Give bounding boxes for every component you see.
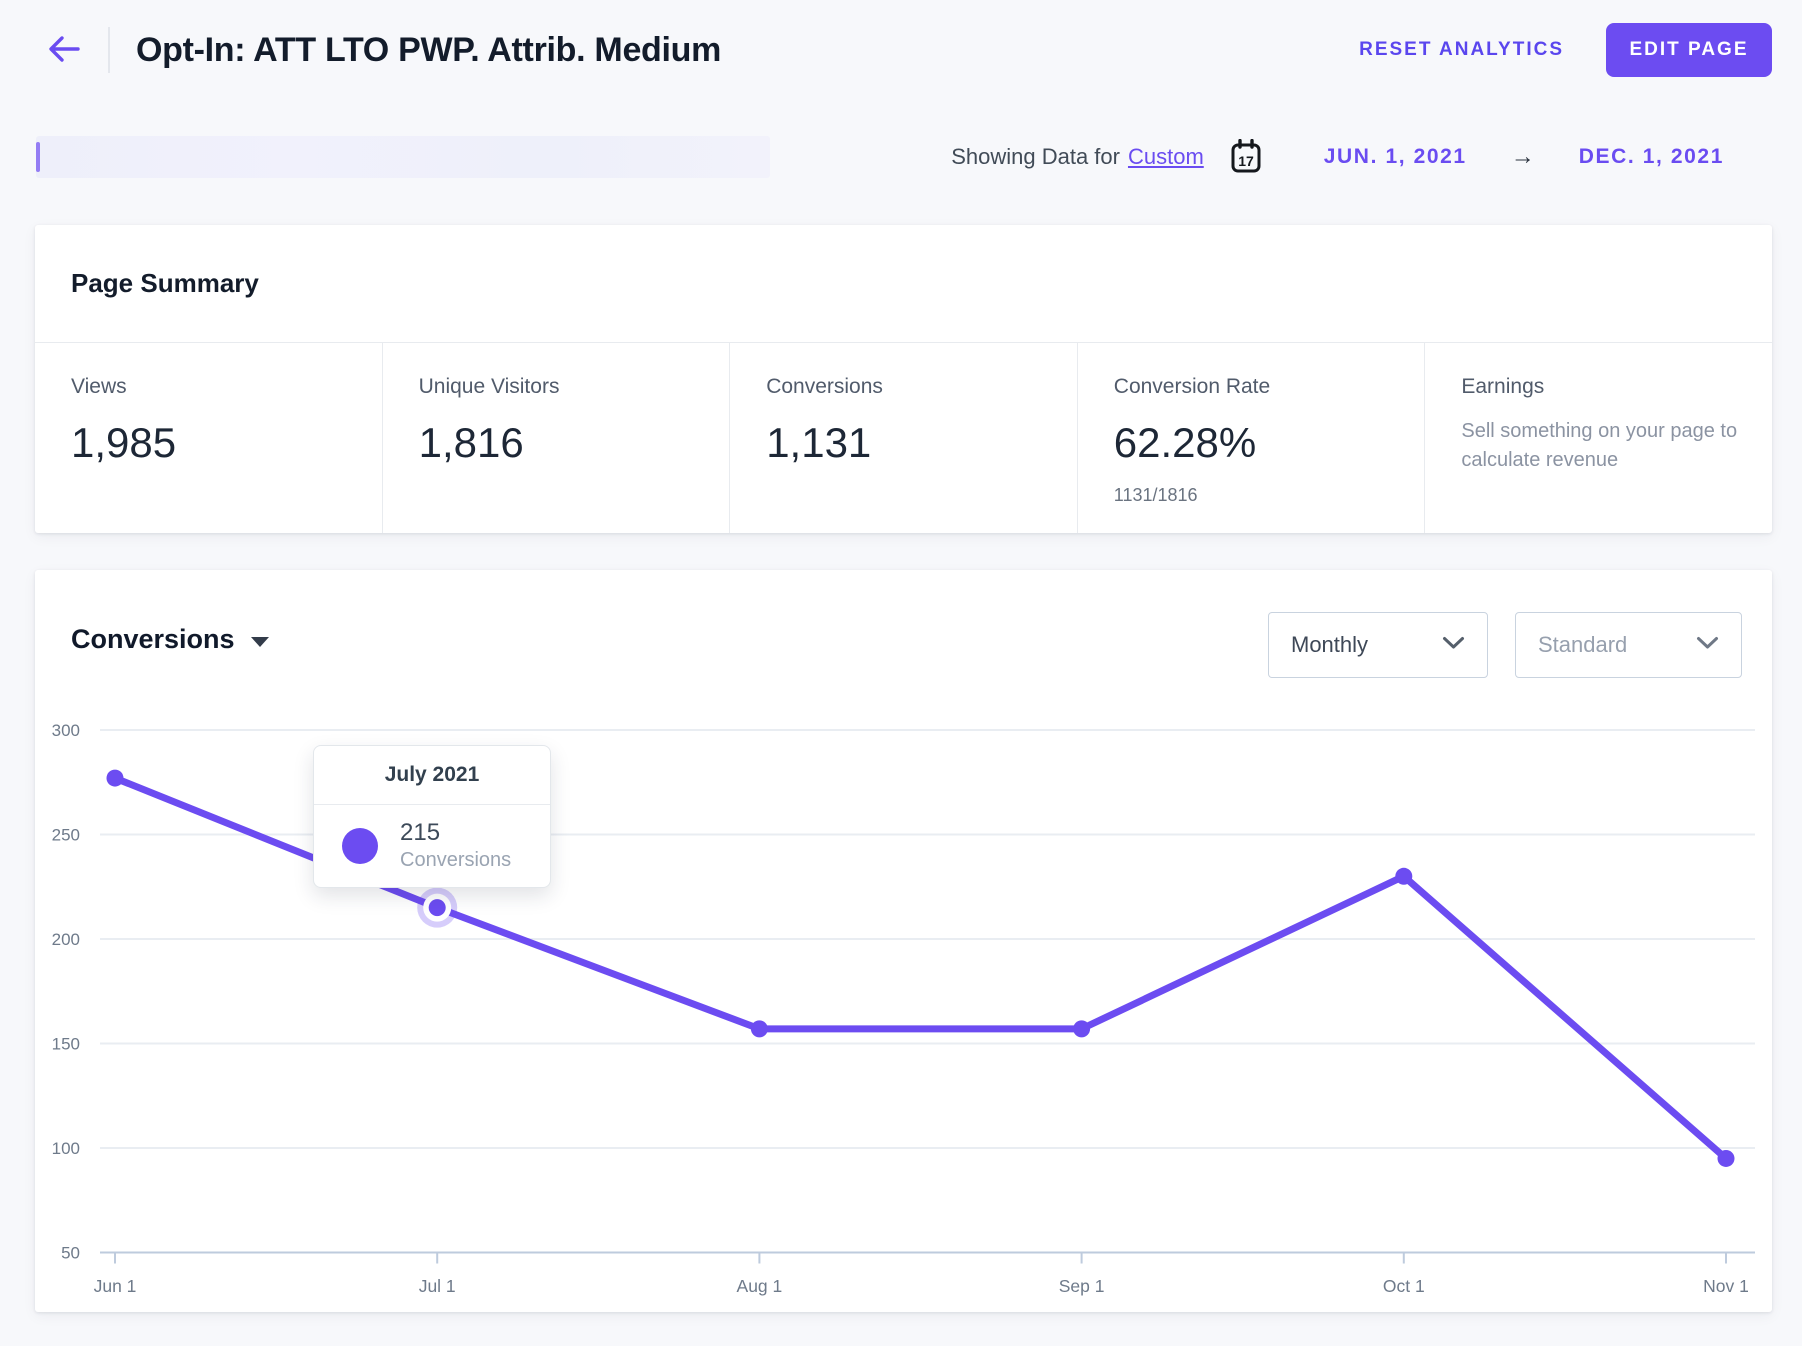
conversions-chart-card: Conversions Monthly Standard 50 100 150 … [35, 570, 1772, 1312]
page-summary-card: Page Summary Views 1,985 Unique Visitors… [35, 225, 1772, 533]
redacted-breadcrumb [36, 136, 770, 178]
edit-page-button[interactable]: EDIT PAGE [1606, 23, 1772, 77]
stat-label: Earnings [1461, 375, 1545, 398]
svg-text:Oct 1: Oct 1 [1383, 1276, 1425, 1296]
stat-value: 62.28% [1113, 419, 1257, 466]
stat-value: 1,131 [766, 419, 872, 466]
arrow-right-icon: → [1510, 143, 1535, 170]
stat-value: 1,985 [71, 419, 177, 466]
svg-text:250: 250 [52, 826, 80, 845]
stat-value: 1,816 [418, 419, 524, 466]
svg-text:Jun 1: Jun 1 [94, 1276, 137, 1296]
svg-text:150: 150 [52, 1035, 80, 1054]
page-title: Opt-In: ATT LTO PWP. Attrib. Medium [136, 30, 722, 69]
chevron-down-icon [1696, 636, 1719, 655]
view-select[interactable]: Standard [1515, 612, 1742, 678]
caret-down-icon [250, 636, 269, 647]
page-summary-title: Page Summary [71, 268, 259, 298]
calendar-icon[interactable]: 17 [1230, 139, 1262, 175]
svg-text:100: 100 [52, 1139, 80, 1158]
stat-earnings: Earnings Sell something on your page to … [1424, 343, 1772, 533]
svg-text:200: 200 [52, 930, 80, 949]
stat-label: Conversion Rate [1113, 375, 1271, 398]
svg-text:300: 300 [52, 721, 80, 740]
custom-range-link[interactable]: Custom [1128, 144, 1204, 170]
stat-conversion-rate: Conversion Rate 62.28% 1131/1816 [1076, 343, 1425, 533]
svg-text:50: 50 [61, 1244, 80, 1263]
svg-text:Nov 1: Nov 1 [1703, 1276, 1749, 1296]
tooltip-series-label: Conversions [400, 849, 512, 871]
chevron-down-icon [1442, 636, 1465, 655]
stat-ratio: 1131/1816 [1113, 485, 1198, 505]
chart-metric-dropdown[interactable]: Conversions [71, 624, 269, 655]
svg-text:17: 17 [1238, 153, 1254, 169]
view-select-value: Standard [1538, 632, 1628, 657]
stat-views: Views 1,985 [35, 343, 382, 533]
date-range-bar: Showing Data for Custom 17 JUN. 1, 2021 … [951, 136, 1724, 178]
stat-conversions: Conversions 1,131 [729, 343, 1077, 533]
reset-analytics-link[interactable]: RESET ANALYTICS [1359, 39, 1564, 61]
stat-label: Views [71, 375, 127, 398]
stat-description: Sell something on your page to calculate… [1461, 420, 1738, 471]
conversions-line-chart[interactable]: 50 100 150 200 250 300 Jun 1 Jul 1 Aug 1 Sep 1 Oct… [35, 700, 1772, 1312]
start-date[interactable]: JUN. 1, 2021 [1324, 145, 1467, 169]
svg-text:Aug 1: Aug 1 [737, 1276, 783, 1296]
interval-select-value: Monthly [1291, 632, 1369, 657]
header-divider [108, 27, 110, 73]
tooltip-value: 215 [400, 819, 441, 846]
interval-select[interactable]: Monthly [1268, 612, 1488, 678]
redacted-cursor [36, 142, 40, 172]
stat-unique-visitors: Unique Visitors 1,816 [381, 343, 730, 533]
back-arrow-icon [47, 34, 81, 67]
showing-data-label: Showing Data for [951, 144, 1120, 169]
series-dot-icon [342, 827, 378, 864]
summary-stats-row: Views 1,985 Unique Visitors 1,816 Conver… [35, 343, 1772, 533]
back-button[interactable] [44, 33, 84, 67]
stat-label: Conversions [766, 375, 883, 398]
chart-tooltip: July 2021 215 Conversions [313, 745, 551, 888]
svg-text:Sep 1: Sep 1 [1059, 1276, 1105, 1296]
chart-title: Conversions [71, 624, 235, 654]
stat-label: Unique Visitors [418, 375, 560, 398]
svg-text:Jul 1: Jul 1 [419, 1276, 456, 1296]
end-date[interactable]: DEC. 1, 2021 [1579, 145, 1724, 169]
tooltip-period: July 2021 [384, 763, 480, 786]
page-header: Opt-In: ATT LTO PWP. Attrib. Medium RESE… [0, 0, 1802, 100]
